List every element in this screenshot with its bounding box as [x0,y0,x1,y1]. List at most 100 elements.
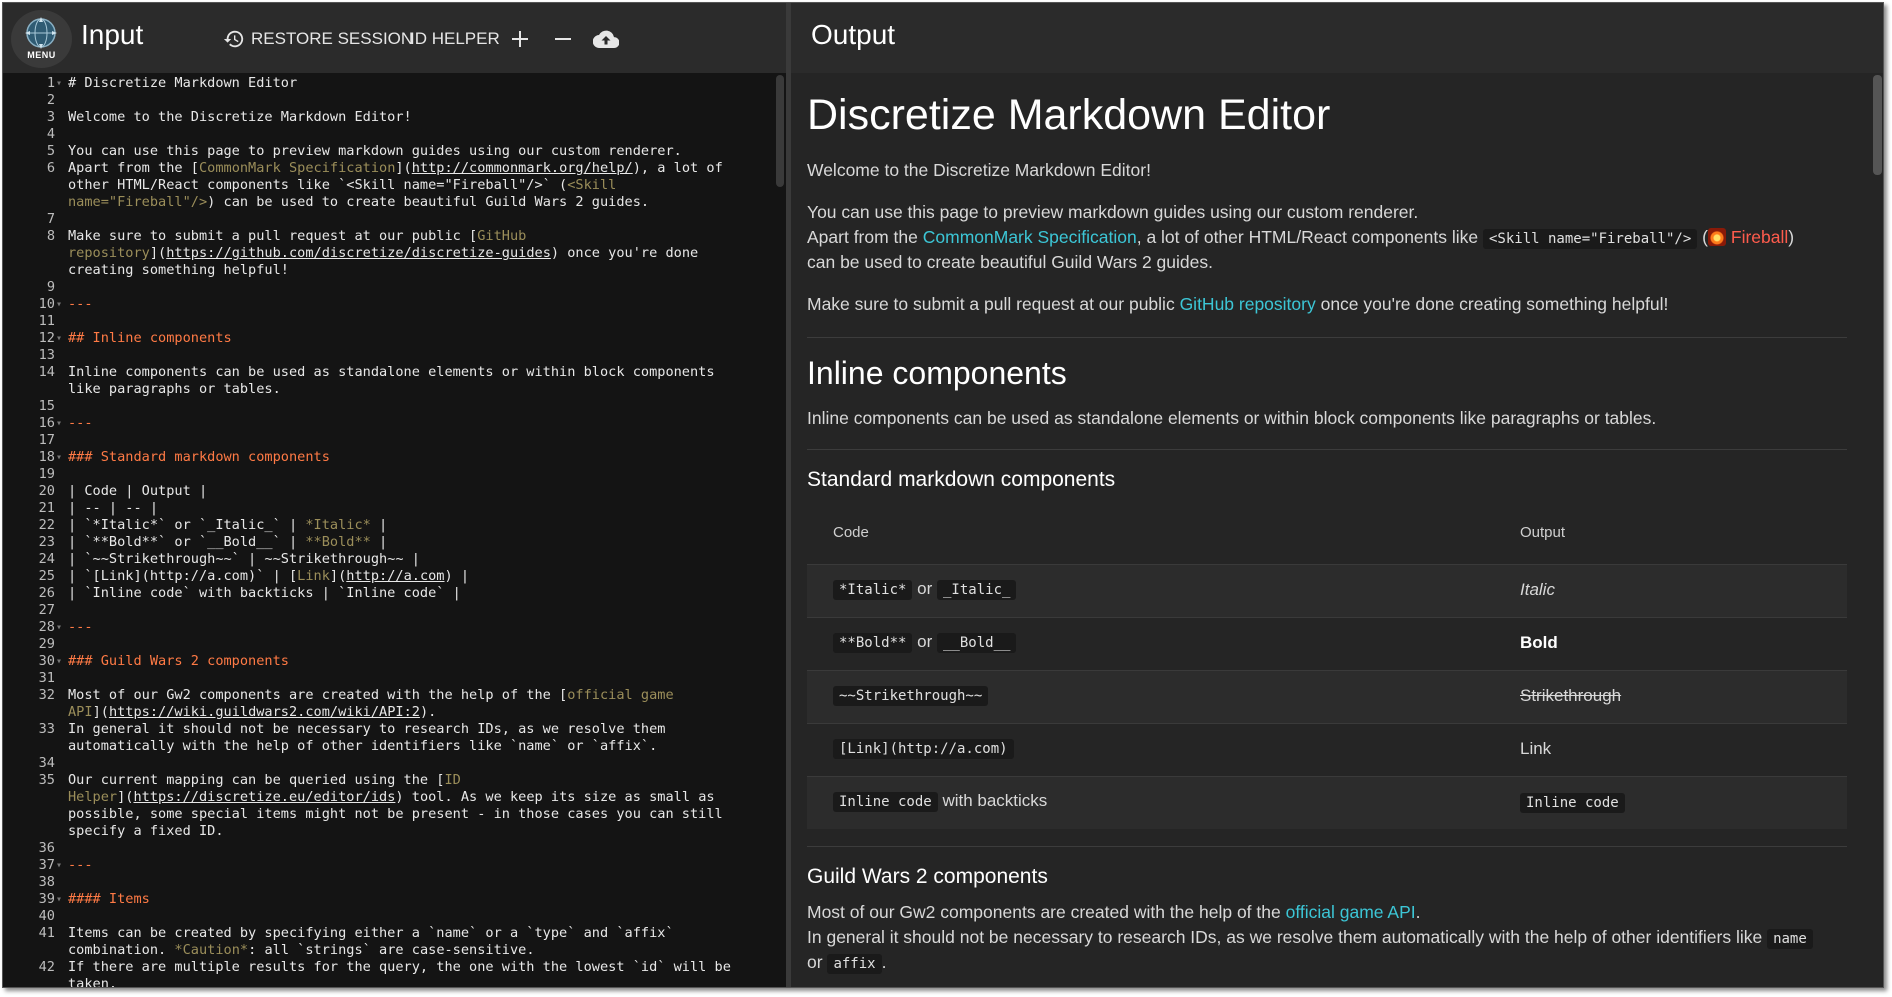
code-line[interactable]: repository](https://github.com/discretiz… [68,245,773,262]
table-link[interactable]: Link [1520,739,1551,759]
official-game-api-link[interactable]: official game API [1286,902,1416,922]
code-token: If there are multiple results for the qu… [68,959,731,975]
line-number: 28 [38,619,55,635]
code-token: | `*Italic*` or `_Italic_` | [68,517,306,533]
editor-scrollbar[interactable] [776,75,784,187]
code-line[interactable]: | `[Link](http://a.com)` | [Link](http:/… [68,568,773,585]
output-title: Output [811,19,896,50]
code-line[interactable]: | -- | -- | [68,500,773,517]
line-number: 31 [38,670,55,686]
code-line[interactable]: ## Inline components [68,330,773,347]
code-line[interactable]: If there are multiple results for the qu… [68,959,773,976]
inline-code: **Bold** [833,633,913,653]
restore-session-button[interactable]: RESTORE SESSION [223,25,413,53]
code-line[interactable]: taken. [68,976,773,988]
line-number: 30 [38,653,55,669]
code-token: official game [567,687,674,703]
code-line[interactable]: specify a fixed ID. [68,823,773,840]
fold-toggle-icon[interactable]: ▾ [56,619,62,636]
code-line[interactable]: --- [68,296,773,313]
code-line[interactable]: other HTML/React components like `<Skill… [68,177,773,194]
id-helper-button[interactable]: ID HELPER [410,25,500,53]
code-line[interactable]: | `Inline code` with backticks | `Inline… [68,585,773,602]
github-repository-link[interactable]: GitHub repository [1180,294,1316,314]
welcome-text: Welcome to the Discretize Markdown Edito… [807,160,1151,180]
fold-toggle-icon[interactable]: ▾ [56,857,62,874]
fold-toggle-icon[interactable]: ▾ [56,296,62,313]
fold-toggle-icon[interactable]: ▾ [56,415,62,432]
line-number: 6 [46,160,55,176]
code-token: http://commonmark.org/help/ [411,160,633,176]
code-line[interactable]: Make sure to submit a pull request at ou… [68,228,773,245]
code-token: --- [68,415,93,431]
code-token: name="Fireball"/> [68,194,208,210]
fireball-skill-icon[interactable] [1708,228,1726,246]
code-line[interactable]: --- [68,619,773,636]
line-number: 21 [38,500,55,516]
code-line[interactable]: You can use this page to preview markdow… [68,143,773,160]
code-line[interactable]: Helper](https://discretize.eu/editor/ids… [68,789,773,806]
code-line[interactable]: Apart from the [CommonMark Specification… [68,160,773,177]
code-line[interactable]: possible, some special items might not b… [68,806,773,823]
code-line[interactable]: automatically with the help of other ide… [68,738,773,755]
fold-toggle-icon[interactable]: ▾ [56,891,62,908]
code-token: ) once you're done [550,245,699,261]
standard-components-heading: Standard markdown components [807,468,1116,491]
code-line[interactable]: ### Standard markdown components [68,449,773,466]
code-token: | `~~Strikethrough~~` | ~~Strikethrough~… [68,551,420,567]
menu-button[interactable]: MENU [11,10,72,68]
code-line[interactable]: like paragraphs or tables. [68,381,773,398]
code-line[interactable]: name="Fireball"/>) can be used to create… [68,194,773,211]
code-line[interactable]: In general it should not be necessary to… [68,721,773,738]
code-line[interactable]: API](https://wiki.guildwars2.com/wiki/AP… [68,704,773,721]
table-cell-output: Inline code [1520,792,1625,813]
gw2-text-d: or [807,952,828,972]
code-token: | `**Bold**` or `__Bold__` | [68,534,306,550]
code-token: ]( [395,160,412,176]
divider [807,846,1847,847]
cell-text: or [912,632,937,651]
line-number: 36 [38,840,55,856]
code-line[interactable]: creating something helpful! [68,262,773,279]
code-line[interactable]: combination. *Caution*: all `strings` ar… [68,942,773,959]
code-line[interactable]: #### Items [68,891,773,908]
code-line[interactable]: Welcome to the Discretize Markdown Edito… [68,109,773,126]
code-token: --- [68,296,93,312]
font-decrease-button[interactable] [548,24,578,54]
fireball-skill-link[interactable]: Fireball [1731,227,1788,247]
output-pane: Output Discretize Markdown Editor Welcom… [791,3,1883,987]
font-increase-button[interactable] [505,24,535,54]
fold-toggle-icon[interactable]: ▾ [56,330,62,347]
code-line[interactable]: | `*Italic*` or `_Italic_` | *Italic* | [68,517,773,534]
table-cell-code: [Link](http://a.com) [833,738,1014,759]
code-line[interactable]: Items can be created by specifying eithe… [68,925,773,942]
line-number: 18 [38,449,55,465]
table-row: [Link](http://a.com) Link [807,723,1847,776]
code-token: taken. [68,976,118,988]
code-line[interactable]: Most of our Gw2 components are created w… [68,687,773,704]
code-token: ) | [444,568,470,584]
fold-toggle-icon[interactable]: ▾ [56,449,62,466]
line-number: 12 [38,330,55,346]
fold-toggle-icon[interactable]: ▾ [56,653,62,670]
code-editor[interactable]: 1 ▾ # Discretize Markdown Editor 2 3 Welcome … [3,73,786,988]
code-line[interactable]: --- [68,857,773,874]
fold-toggle-icon[interactable]: ▾ [56,75,62,92]
code-token: http://a.com [346,568,445,584]
gw2-text-line-2: In general it should not be necessary to… [807,925,1813,952]
commonmark-link[interactable]: CommonMark Specification [923,227,1137,247]
code-line[interactable]: | `~~Strikethrough~~` | ~~Strikethrough~… [68,551,773,568]
code-line[interactable]: | Code | Output | [68,483,773,500]
code-line[interactable]: ### Guild Wars 2 components [68,653,773,670]
output-scrollbar[interactable] [1873,75,1882,175]
code-line[interactable]: Inline components can be used as standal… [68,364,773,381]
code-token: ]( [329,568,347,584]
line-number: 2 [46,92,55,108]
table-row: Inline code with backticks Inline code [807,776,1847,829]
code-line[interactable]: | `**Bold**` or `__Bold__` | **Bold** | [68,534,773,551]
code-line[interactable]: --- [68,415,773,432]
code-line[interactable]: Our current mapping can be queried using… [68,772,773,789]
upload-button[interactable] [591,24,621,54]
divider [807,337,1847,338]
code-line[interactable]: # Discretize Markdown Editor [68,75,773,92]
